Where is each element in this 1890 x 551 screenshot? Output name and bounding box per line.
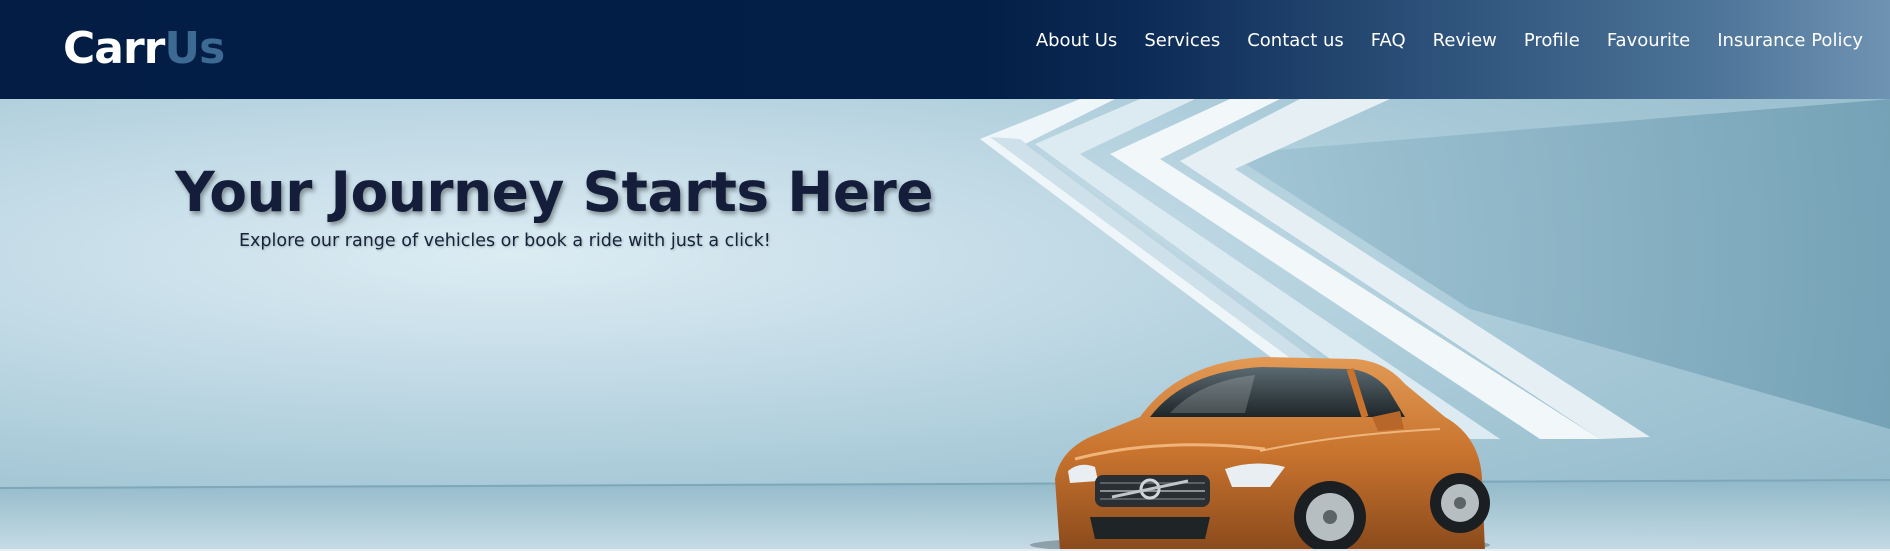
brand-logo-part1: Carr <box>63 23 165 74</box>
nav-services[interactable]: Services <box>1144 26 1220 56</box>
brand-logo[interactable]: CarrUs <box>63 20 225 78</box>
nav-faq[interactable]: FAQ <box>1371 26 1406 56</box>
nav-contact-us[interactable]: Contact us <box>1247 26 1344 56</box>
hero-subheadline: Explore our range of vehicles or book a … <box>239 231 771 251</box>
brand-logo-part2: Us <box>164 23 225 74</box>
nav-review[interactable]: Review <box>1433 26 1497 56</box>
nav-profile[interactable]: Profile <box>1524 26 1580 56</box>
hero-banner: Your Journey Starts Here Explore our ran… <box>0 99 1890 549</box>
navbar: CarrUs About Us Services Contact us FAQ … <box>0 0 1890 99</box>
nav-favourite[interactable]: Favourite <box>1607 26 1690 56</box>
hero-headline: Your Journey Starts Here <box>175 160 934 224</box>
nav-insurance-policy[interactable]: Insurance Policy <box>1717 26 1863 56</box>
nav-about-us[interactable]: About Us <box>1036 26 1118 56</box>
main-nav: About Us Services Contact us FAQ Review … <box>1009 26 1863 56</box>
